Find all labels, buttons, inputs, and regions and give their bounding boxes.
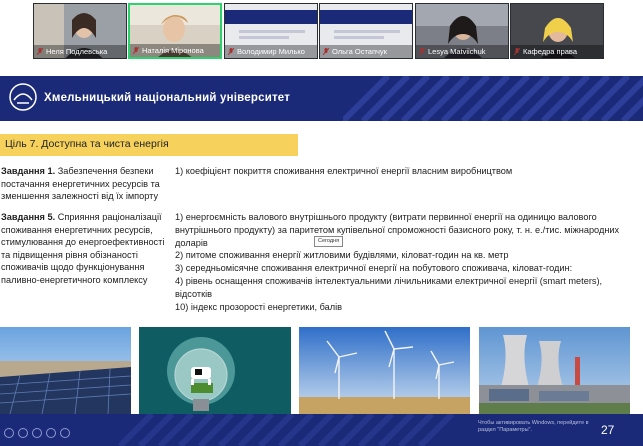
shared-slide: Хмельницький національний університет Ці… (0, 76, 643, 446)
participant-name: Lesya Matviichuk (416, 45, 508, 58)
wind-turbines-photo (299, 327, 470, 414)
participant-name: Кафедра права (511, 45, 603, 58)
zoom-icon[interactable] (46, 428, 56, 438)
measure-item: 3) середньомісячне споживання електрично… (175, 263, 573, 274)
participant-tile[interactable]: Lesya Matviichuk (415, 3, 509, 59)
task-5-label: Завдання 5. (1, 212, 56, 222)
pen-icon[interactable] (32, 428, 42, 438)
cow-lightbulb-photo (139, 327, 291, 414)
windows-activation-notice: Чтобы активировать Windows, перейдите в … (478, 420, 589, 433)
participant-name: Ольга Остапчук (320, 45, 412, 58)
participant-strip: Неля Подлевська Наталія Міронова Володим… (0, 0, 643, 66)
power-plant-photo (479, 327, 630, 414)
solar-panels-photo (0, 327, 131, 414)
participant-name: Наталія Міронова (130, 44, 220, 57)
participant-tile[interactable]: Неля Подлевська (33, 3, 127, 59)
next-slide-icon[interactable] (18, 428, 28, 438)
task-5: Завдання 5. Сприяння раціоналізації спож… (1, 211, 173, 287)
menu-icon[interactable] (60, 428, 70, 438)
slide-footer: Чтобы активировать Windows, перейдите в … (0, 414, 643, 446)
university-title: Хмельницький національний університет (44, 92, 291, 104)
measure-item: 10) індекс прозорості енергетики, балів (175, 301, 343, 312)
participant-tile-active-speaker[interactable]: Наталія Міронова (128, 3, 222, 59)
measure-item: 1) енергоємність валового внутрішнього п… (175, 212, 620, 248)
slide-banner: Хмельницький національний університет (0, 76, 643, 121)
participant-tile[interactable]: Володимир Милько (224, 3, 318, 59)
participant-name: Неля Подлевська (34, 45, 126, 58)
task-1: Завдання 1. Забезпечення безпеки постача… (1, 165, 173, 203)
goal-title: Ціль 7. Доступна та чиста енергія (5, 138, 169, 150)
participant-tile[interactable]: Ольга Остапчук (319, 3, 413, 59)
tooltip: Сегодня (314, 236, 344, 247)
slide-page-number: 27 (601, 423, 615, 437)
participant-tile[interactable]: Кафедра права (510, 3, 604, 59)
task-1-label: Завдання 1. (1, 166, 56, 176)
banner-pattern (343, 76, 643, 121)
participant-name: Володимир Милько (225, 45, 317, 58)
university-logo (9, 83, 37, 111)
task-1-measures: 1) коефіцієнт покриття споживання електр… (175, 165, 630, 178)
measure-item: 1) коефіцієнт покриття споживання електр… (175, 166, 513, 176)
task-5-text: Сприяння раціоналізації споживання енерг… (1, 212, 165, 285)
task-5-measures: 1) енергоємність валового внутрішнього п… (175, 211, 640, 313)
prev-slide-icon[interactable] (4, 428, 14, 438)
measure-item: 4) рівень оснащення споживачів інтелекту… (175, 275, 603, 299)
measure-item: 2) питоме споживання енергії житловими б… (175, 250, 509, 261)
goal-heading: Ціль 7. Доступна та чиста енергія (0, 134, 298, 156)
